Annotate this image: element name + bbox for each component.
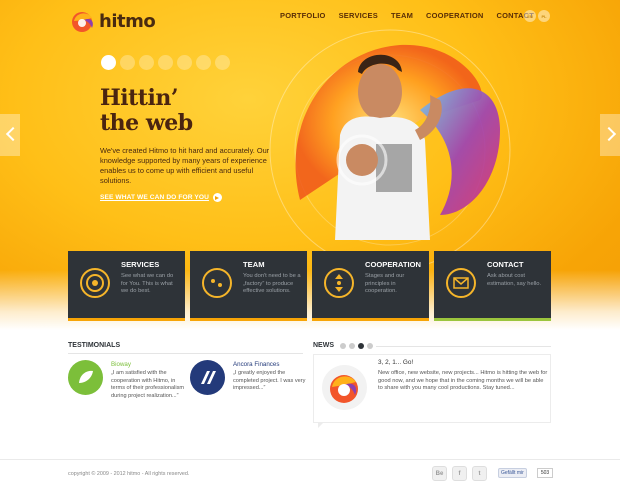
- leaf-icon[interactable]: [177, 55, 192, 70]
- nav-services[interactable]: SERVICES: [339, 11, 378, 20]
- news-dot[interactable]: [367, 343, 373, 349]
- main-nav: PORTFOLIO SERVICES TEAM COOPERATION CONT…: [280, 11, 547, 20]
- grid-icon[interactable]: [139, 55, 154, 70]
- testimonials-divider: [68, 353, 303, 354]
- face-icon: [202, 268, 232, 298]
- feature-cooperation[interactable]: COOPERATION Stages and our principles in…: [312, 251, 429, 321]
- nav-team[interactable]: TEAM: [391, 11, 413, 20]
- feature-text: You don't need to be a „factory” to prod…: [243, 273, 301, 295]
- headline-line-1: Hittin’: [100, 85, 178, 111]
- news-pagination: [340, 343, 373, 349]
- testimonial-name[interactable]: Ancora Finances: [233, 361, 279, 368]
- hero-cta-label: SEE WHAT WE CAN DO FOR YOU: [100, 194, 209, 201]
- spiral-icon: [80, 268, 110, 298]
- hero-lead: We've created Hitmo to hit hard and accu…: [100, 146, 270, 185]
- logo[interactable]: hitmo: [70, 9, 156, 33]
- arrows-icon: [324, 268, 354, 298]
- news-dot-active[interactable]: [358, 343, 364, 349]
- lang-pl[interactable]: PL: [538, 10, 550, 22]
- envelope-icon: [446, 268, 476, 298]
- lang-en[interactable]: EN: [524, 10, 536, 22]
- logo-icon: [70, 9, 96, 33]
- facebook-icon[interactable]: f: [452, 466, 467, 481]
- hero-headline: Hittin’ the web: [100, 86, 193, 136]
- home-icon[interactable]: [101, 55, 116, 70]
- feature-title: TEAM: [243, 260, 265, 269]
- feature-text: Stages and our principles in cooperation…: [365, 273, 405, 295]
- hero-cta-link[interactable]: SEE WHAT WE CAN DO FOR YOU: [100, 193, 222, 202]
- copyright: copyright © 2009 - 2012 hitmo - All righ…: [68, 471, 190, 477]
- nav-cooperation[interactable]: COOPERATION: [426, 11, 483, 20]
- like-label: Gefällt mir: [501, 470, 524, 476]
- feature-text: See what we can do for You. This is what…: [121, 273, 174, 295]
- testimonials-title: TESTIMONIALS: [68, 342, 121, 349]
- feature-title: SERVICES: [121, 260, 160, 269]
- news-dot[interactable]: [340, 343, 346, 349]
- testimonial-quote: „I greatly enjoyed the completed project…: [233, 370, 306, 392]
- bag-icon[interactable]: [196, 55, 211, 70]
- feature-services[interactable]: SERVICES See what we can do for You. Thi…: [68, 251, 185, 321]
- news-card[interactable]: 3, 2, 1... Go! New office, new website, …: [313, 354, 551, 428]
- feature-text: Ask about cost estimation, say hello.: [487, 273, 542, 287]
- arrow-right-icon: [212, 193, 222, 202]
- feature-contact[interactable]: CONTACT Ask about cost estimation, say h…: [434, 251, 551, 321]
- twitter-icon[interactable]: t: [472, 466, 487, 481]
- facebook-like-button[interactable]: Gefällt mir: [498, 468, 527, 478]
- news-headline[interactable]: 3, 2, 1... Go!: [378, 359, 413, 366]
- feature-team[interactable]: TEAM You don't need to be a „factory” to…: [190, 251, 307, 321]
- news-divider: [376, 346, 551, 347]
- like-count: 503: [537, 468, 553, 478]
- feature-title: COOPERATION: [365, 260, 421, 269]
- hero-icon-tabs: [101, 55, 230, 70]
- globe-icon[interactable]: [120, 55, 135, 70]
- news-image: [322, 365, 367, 410]
- news-title: NEWS: [313, 342, 334, 349]
- behance-icon[interactable]: Be: [432, 466, 447, 481]
- nav-portfolio[interactable]: PORTFOLIO: [280, 11, 326, 20]
- slider-prev-button[interactable]: [0, 114, 20, 156]
- logo-text: hitmo: [99, 10, 156, 32]
- news-text: New office, new website, new projects...…: [378, 370, 548, 392]
- ancora-logo: [190, 360, 225, 395]
- search-icon[interactable]: [158, 55, 173, 70]
- slider-next-button[interactable]: [600, 114, 620, 156]
- testimonial-name[interactable]: Bioway: [111, 361, 131, 368]
- footer-divider: [0, 459, 620, 460]
- headline-line-2: the web: [100, 110, 193, 136]
- news-dot[interactable]: [349, 343, 355, 349]
- testimonial-quote: „I am satisfied with the cooperation wit…: [111, 370, 185, 399]
- feature-title: CONTACT: [487, 260, 524, 269]
- bioway-logo: [68, 360, 103, 395]
- house-icon[interactable]: [215, 55, 230, 70]
